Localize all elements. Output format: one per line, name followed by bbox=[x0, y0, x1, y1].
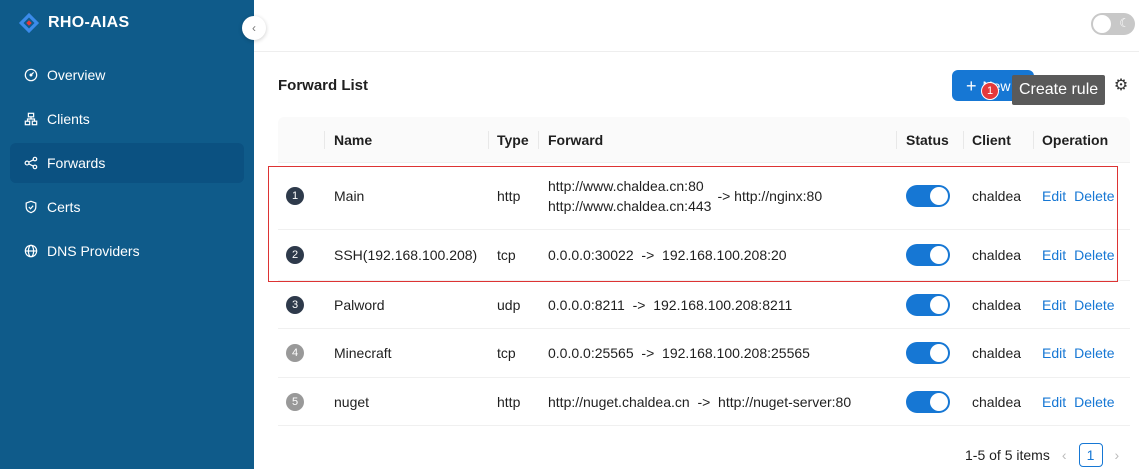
edit-link[interactable]: Edit bbox=[1042, 297, 1066, 313]
delete-link[interactable]: Delete bbox=[1074, 394, 1114, 410]
status-switch[interactable] bbox=[906, 244, 950, 266]
row-index: 5 bbox=[286, 392, 304, 411]
row-type: http bbox=[497, 188, 521, 204]
row-client: chaldea bbox=[972, 393, 1022, 410]
row-forward: 0.0.0.0:8211 -> 192.168.100.208:8211 bbox=[548, 296, 793, 313]
brand-name: RHO-AIAS bbox=[48, 14, 130, 31]
theme-toggle[interactable]: ☾ bbox=[1091, 13, 1135, 35]
column-header-operation[interactable]: Operation bbox=[1033, 117, 1108, 163]
pagination-summary: 1-5 of 5 items bbox=[965, 447, 1050, 463]
row-forward: http://nuget.chaldea.cn -> http://nuget-… bbox=[548, 393, 852, 410]
column-header-name[interactable]: Name bbox=[324, 117, 372, 163]
pagination: 1-5 of 5 items ‹ 1 › bbox=[965, 443, 1119, 467]
table-row: 2 SSH(192.168.100.208) tcp 0.0.0.0:30022… bbox=[278, 230, 1130, 281]
sidebar-item-label: Overview bbox=[47, 67, 106, 83]
shield-icon bbox=[25, 200, 37, 214]
edit-link[interactable]: Edit bbox=[1042, 345, 1066, 361]
table-header: Name Type Forward Status Client Operatio… bbox=[278, 117, 1130, 163]
row-client: chaldea bbox=[972, 188, 1022, 204]
sidebar: RHO-AIAS Overview Clients Forwards Certs… bbox=[0, 0, 254, 469]
row-index: 1 bbox=[286, 187, 304, 205]
page-button[interactable]: 1 bbox=[1078, 443, 1103, 467]
share-nodes-icon bbox=[24, 156, 38, 170]
sidebar-item-label: Forwards bbox=[47, 155, 106, 171]
delete-link[interactable]: Delete bbox=[1074, 247, 1114, 263]
delete-link[interactable]: Delete bbox=[1074, 345, 1114, 361]
forward-source: http://www.chaldea.cn:443 bbox=[548, 198, 712, 214]
status-switch[interactable] bbox=[906, 185, 950, 207]
moon-icon: ☾ bbox=[1119, 16, 1130, 30]
edit-link[interactable]: Edit bbox=[1042, 394, 1066, 410]
brand[interactable]: RHO-AIAS bbox=[18, 12, 130, 34]
sidebar-menu: Overview Clients Forwards Certs DNS Prov… bbox=[10, 55, 244, 275]
notification-badge: 1 bbox=[981, 82, 999, 100]
row-index: 3 bbox=[286, 295, 304, 314]
prev-page-icon[interactable]: ‹ bbox=[1062, 447, 1067, 463]
status-switch[interactable] bbox=[906, 293, 950, 316]
table-row: 3 Palword udp 0.0.0.0:8211 -> 192.168.10… bbox=[278, 281, 1130, 329]
sidebar-item-label: DNS Providers bbox=[47, 243, 140, 259]
column-header-client[interactable]: Client bbox=[963, 117, 1011, 163]
row-client: chaldea bbox=[972, 296, 1022, 313]
sidebar-item-label: Certs bbox=[47, 199, 81, 215]
row-index: 4 bbox=[286, 344, 304, 362]
forward-source: http://www.chaldea.cn:80 bbox=[548, 178, 704, 194]
row-client: chaldea bbox=[972, 247, 1022, 263]
tooltip: Create rule bbox=[1012, 75, 1106, 105]
sidebar-item-dns-providers[interactable]: DNS Providers bbox=[10, 231, 244, 271]
row-name: SSH(192.168.100.208) bbox=[334, 247, 478, 263]
row-type: udp bbox=[497, 296, 521, 313]
row-client: chaldea bbox=[972, 345, 1022, 361]
edit-link[interactable]: Edit bbox=[1042, 247, 1066, 263]
row-forward: 0.0.0.0:25565 -> 192.168.100.208:25565 bbox=[548, 345, 810, 361]
row-type: tcp bbox=[497, 345, 516, 361]
forward-target: -> http://nginx:80 bbox=[717, 188, 823, 204]
delete-link[interactable]: Delete bbox=[1074, 188, 1114, 204]
row-type: http bbox=[497, 393, 521, 410]
settings-gear-icon[interactable]: ⚙ bbox=[1112, 76, 1130, 94]
sidebar-item-overview[interactable]: Overview bbox=[10, 55, 244, 95]
chevron-left-icon: ‹ bbox=[252, 21, 256, 35]
edit-link[interactable]: Edit bbox=[1042, 188, 1066, 204]
column-header-status[interactable]: Status bbox=[896, 117, 949, 163]
table-row: 4 Minecraft tcp 0.0.0.0:25565 -> 192.168… bbox=[278, 329, 1130, 378]
table-row: 1 Main http http://www.chaldea.cn:80 htt… bbox=[278, 163, 1130, 230]
row-forward: http://www.chaldea.cn:80 http://www.chal… bbox=[548, 163, 822, 229]
sidebar-item-clients[interactable]: Clients bbox=[10, 99, 244, 139]
toggle-knob bbox=[1093, 15, 1111, 33]
row-type: tcp bbox=[497, 247, 516, 263]
status-switch[interactable] bbox=[906, 390, 950, 413]
sidebar-item-forwards[interactable]: Forwards bbox=[10, 143, 244, 183]
column-header-type[interactable]: Type bbox=[488, 117, 529, 163]
collapse-sidebar-button[interactable]: ‹ bbox=[242, 16, 266, 40]
sidebar-item-label: Clients bbox=[47, 111, 90, 127]
diamond-logo-icon bbox=[18, 12, 40, 34]
column-header-forward[interactable]: Forward bbox=[538, 117, 603, 163]
row-name: Palword bbox=[334, 296, 385, 313]
topbar: ☾ bbox=[254, 0, 1139, 52]
globe-icon bbox=[24, 244, 38, 258]
row-index: 2 bbox=[286, 246, 304, 264]
row-name: Minecraft bbox=[334, 345, 392, 361]
row-name: Main bbox=[334, 188, 365, 204]
sidebar-item-certs[interactable]: Certs bbox=[10, 187, 244, 227]
status-switch[interactable] bbox=[906, 342, 950, 364]
next-page-icon[interactable]: › bbox=[1115, 447, 1120, 463]
plus-icon: + bbox=[966, 75, 977, 96]
page-title: Forward List bbox=[278, 77, 369, 94]
delete-link[interactable]: Delete bbox=[1074, 297, 1114, 313]
sitemap-icon bbox=[24, 112, 38, 126]
table-row: 5 nuget http http://nuget.chaldea.cn -> … bbox=[278, 378, 1130, 426]
forward-table: Name Type Forward Status Client Operatio… bbox=[278, 117, 1130, 426]
row-forward: 0.0.0.0:30022 -> 192.168.100.208:20 bbox=[548, 247, 787, 263]
row-name: nuget bbox=[334, 393, 370, 410]
dashboard-icon bbox=[24, 68, 38, 82]
